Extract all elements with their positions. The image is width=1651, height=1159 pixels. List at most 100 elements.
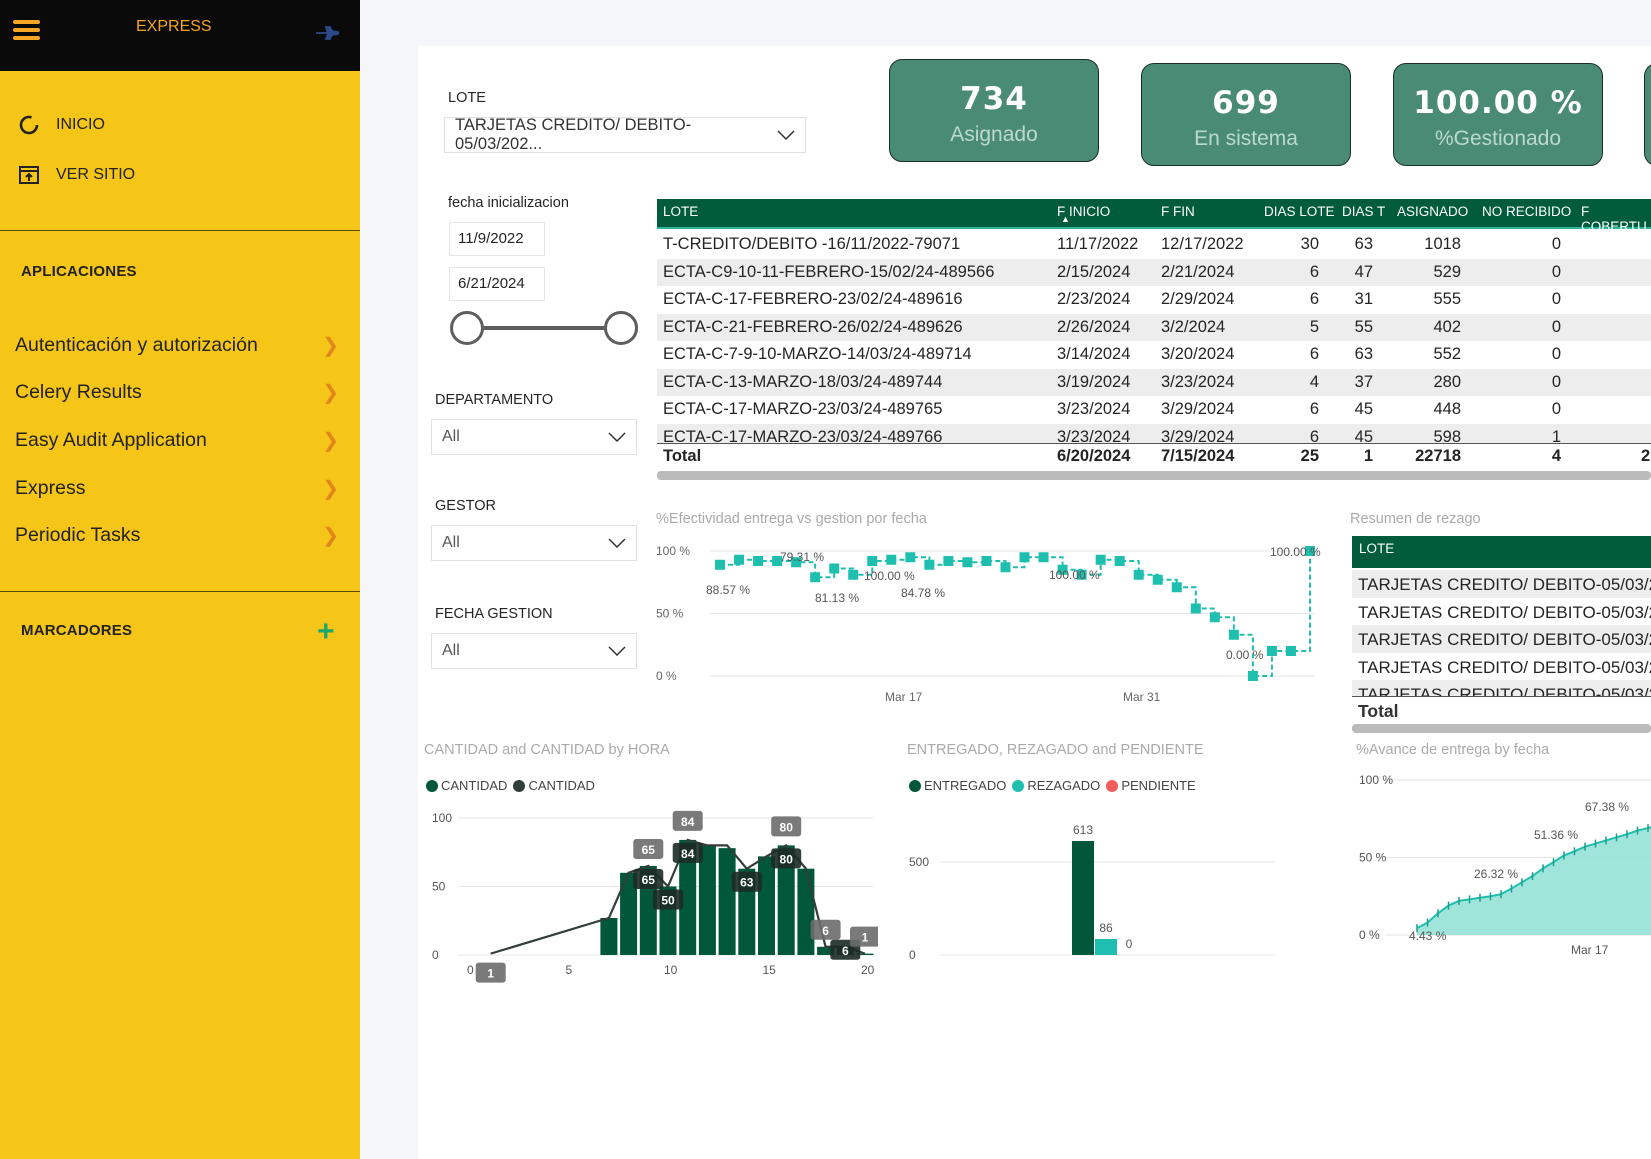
data-point: [829, 563, 840, 574]
table-row[interactable]: ECTA-C-13-MARZO-18/03/24-489744 3/19/2024…: [657, 368, 1651, 396]
table-cell: 402: [1433, 317, 1461, 336]
table-cell: 3/19/2024: [1057, 372, 1131, 391]
y-tick-label: 500: [909, 855, 929, 869]
column-header[interactable]: ASIGNADO: [1397, 204, 1468, 219]
app-item-express[interactable]: Express ❯: [15, 472, 345, 504]
table-cell: 0: [1551, 235, 1561, 253]
x-tick-label: 15: [763, 963, 777, 977]
y-tick-label: 50: [432, 880, 446, 894]
start-date-input[interactable]: 11/9/2022: [449, 222, 545, 256]
app-item-label: Easy Audit Application: [15, 428, 207, 451]
data-point: [734, 554, 745, 565]
table-cell: 11/17/2022: [1057, 235, 1139, 253]
table-row[interactable]: ECTA-C9-10-11-FEBRERO-15/02/24-489566 2/1…: [657, 258, 1651, 286]
filter-lote-label: LOTE: [448, 90, 486, 106]
bar: [1072, 840, 1094, 955]
column-header[interactable]: F COBERTU: [1581, 204, 1651, 234]
pin-icon[interactable]: [316, 25, 340, 41]
rezago-scrollbar[interactable]: [1352, 724, 1651, 733]
table-cell: 2/15/2024: [1057, 262, 1131, 281]
lote-dropdown[interactable]: TARJETAS CREDITO/ DEBITO-05/03/202...: [444, 116, 806, 153]
data-point: [1247, 671, 1258, 681]
lote-table: LOTE F INICIO ▲ F FIN DIAS LOTE DIAS T A…: [657, 199, 1651, 469]
app-item-label: Celery Results: [15, 380, 142, 403]
table-cell: 3/23/2024: [1057, 400, 1131, 418]
y-tick-label: 100: [432, 811, 452, 825]
data-point: [981, 556, 992, 566]
chevron-right-icon: ❯: [322, 524, 339, 547]
app-item-celery-results[interactable]: Celery Results ❯: [15, 376, 345, 408]
date-range-slider[interactable]: [450, 311, 638, 345]
gestor-dropdown[interactable]: All: [431, 525, 637, 561]
bar: [1095, 939, 1117, 955]
data-point: [1190, 603, 1201, 614]
data-point: [886, 554, 897, 565]
column-header[interactable]: LOTE: [1359, 541, 1394, 556]
slider-start-handle[interactable]: [450, 311, 484, 345]
data-label: 80: [780, 852, 794, 866]
table-cell: 0: [1551, 400, 1561, 418]
nav-ver-sitio[interactable]: VER SITIO: [17, 163, 135, 187]
rezago-row[interactable]: TARJETAS CREDITO/ DEBITO-05/03/20: [1352, 625, 1651, 653]
table-row[interactable]: ECTA-C-7-9-10-MARZO-14/03/24-489714 3/14/…: [657, 341, 1651, 369]
bar: [758, 856, 775, 955]
total-cell: 1: [1363, 447, 1373, 465]
column-header[interactable]: NO RECIBIDO: [1482, 204, 1571, 219]
slider-end-handle[interactable]: [604, 311, 638, 345]
card-gestionado: 100.00 % %Gestionado: [1393, 63, 1603, 166]
app-item-easy-audit[interactable]: Easy Audit Application ❯: [15, 424, 345, 456]
legend-label: REZAGADO: [1027, 778, 1101, 793]
rezago-row[interactable]: TARJETAS CREDITO/ DEBITO-05/03/20: [1352, 653, 1651, 681]
rezago-row[interactable]: TARJETAS CREDITO/ DEBITO-05/03/20: [1352, 570, 1651, 598]
table-total-row: Total 6/20/2024 7/15/2024 25 1 22718 4 2: [657, 443, 1651, 469]
app-item-periodic-tasks[interactable]: Periodic Tasks ❯: [15, 519, 345, 551]
x-tick-label: Mar 17: [1571, 943, 1609, 957]
table-scrollbar[interactable]: [657, 471, 1651, 480]
rezago-row[interactable]: TARJETAS CREDITO/ DEBITO-05/03/20: [1352, 598, 1651, 626]
column-header[interactable]: LOTE: [663, 204, 698, 219]
table-row[interactable]: T-CREDITO/DEBITO -16/11/2022-79071 11/17/…: [657, 231, 1651, 259]
add-bookmark-icon[interactable]: +: [317, 617, 335, 647]
divider: [0, 230, 360, 231]
table-cell: 37: [1354, 372, 1373, 391]
column-header[interactable]: DIAS T: [1342, 204, 1385, 219]
data-label: 67.38 %: [1585, 800, 1629, 814]
column-header[interactable]: F FIN: [1161, 204, 1195, 219]
table-cell: 0: [1551, 290, 1561, 308]
departamento-dropdown[interactable]: All: [431, 419, 637, 455]
filter-gestor-label: GESTOR: [435, 498, 496, 514]
data-label: 65: [642, 843, 656, 857]
data-label: 0: [1126, 937, 1133, 951]
table-row[interactable]: ECTA-C-21-FEBRERO-26/02/24-489626 2/26/20…: [657, 313, 1651, 341]
legend-label: PENDIENTE: [1121, 778, 1196, 793]
column-header[interactable]: DIAS LOTE: [1264, 204, 1335, 219]
app-item-label: Express: [15, 476, 86, 499]
menu-icon[interactable]: [13, 20, 40, 40]
table-row[interactable]: ECTA-C-17-FEBRERO-23/02/24-489616 2/23/20…: [657, 286, 1651, 314]
data-label: 80: [780, 820, 794, 834]
app-item-autenticacion[interactable]: Autenticación y autorización ❯: [15, 329, 345, 361]
data-point: [1114, 556, 1125, 566]
rezago-header: LOTE: [1352, 536, 1651, 568]
table-cell: 552: [1433, 345, 1461, 363]
sidebar: EXPRESS INICIO VER SITIO APLICACIONES Au…: [0, 0, 360, 1159]
fecha-gestion-dropdown[interactable]: All: [431, 633, 637, 669]
data-label: 65: [642, 873, 656, 887]
nav-inicio[interactable]: INICIO: [17, 113, 105, 137]
table-cell: 2/21/2024: [1161, 262, 1235, 281]
table-row[interactable]: ECTA-C-17-MARZO-23/03/24-489765 3/23/2024…: [657, 396, 1651, 424]
rezago-table: LOTE TARJETAS CREDITO/ DEBITO-05/03/20 TA…: [1352, 536, 1651, 736]
total-cell: 6/20/2024: [1057, 447, 1131, 465]
card-value: 734: [960, 81, 1028, 117]
loading-icon: [17, 113, 41, 137]
data-point: [924, 559, 935, 570]
data-point: [943, 556, 954, 566]
data-label: 100.00 %: [1270, 545, 1321, 559]
table-cell: 30: [1300, 235, 1319, 253]
y-tick-label: 100 %: [656, 544, 690, 558]
chevron-right-icon: ❯: [322, 429, 339, 452]
chevron-down-icon: [608, 646, 626, 656]
top-bar: EXPRESS: [0, 0, 360, 71]
table-cell: 63: [1354, 345, 1373, 363]
end-date-input[interactable]: 6/21/2024: [449, 267, 545, 301]
